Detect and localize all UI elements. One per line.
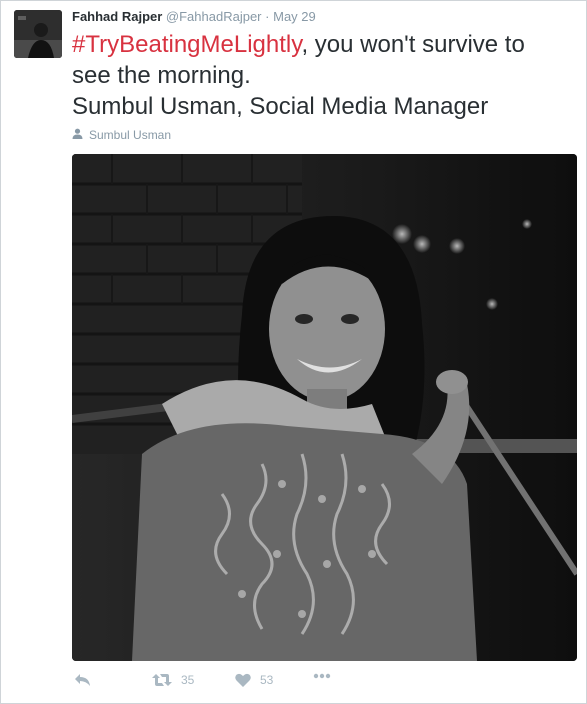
tweet-text: #TryBeatingMeLightly, you won't survive … [72,29,582,122]
tweet-text-line1: , you won't survive to [301,31,525,58]
tweet-header: Fahhad Rajper @FahhadRajper · May 29 [72,9,316,24]
hashtag-link[interactable]: #TryBeatingMeLightly [72,31,301,58]
retweet-button[interactable]: 35 [152,673,194,687]
tweet-actions: 35 53 [72,673,372,693]
like-button[interactable]: 53 [235,673,273,687]
tweet-timestamp[interactable]: May 29 [273,9,316,24]
header-separator: · [265,9,270,24]
like-count: 53 [260,673,274,687]
tweet-photo[interactable] [72,154,577,661]
reply-button[interactable] [74,673,91,687]
tweet-card: Fahhad Rajper @FahhadRajper · May 29 #Tr… [0,0,587,704]
avatar[interactable] [14,10,62,58]
retweet-icon [152,673,172,687]
author-name[interactable]: Fahhad Rajper [72,9,162,24]
author-handle[interactable]: @FahhadRajper [166,9,262,24]
retweet-count: 35 [181,673,195,687]
reply-icon [74,673,91,687]
heart-icon [235,673,251,687]
more-button[interactable] [313,673,331,679]
user-icon [72,128,83,142]
tagged-person-name: Sumbul Usman [89,128,172,142]
tagged-person[interactable]: Sumbul Usman [72,128,171,142]
more-icon [313,673,331,679]
tweet-text-line2: see the morning. [72,62,251,89]
tweet-text-line3: Sumbul Usman, Social Media Manager [72,93,489,120]
